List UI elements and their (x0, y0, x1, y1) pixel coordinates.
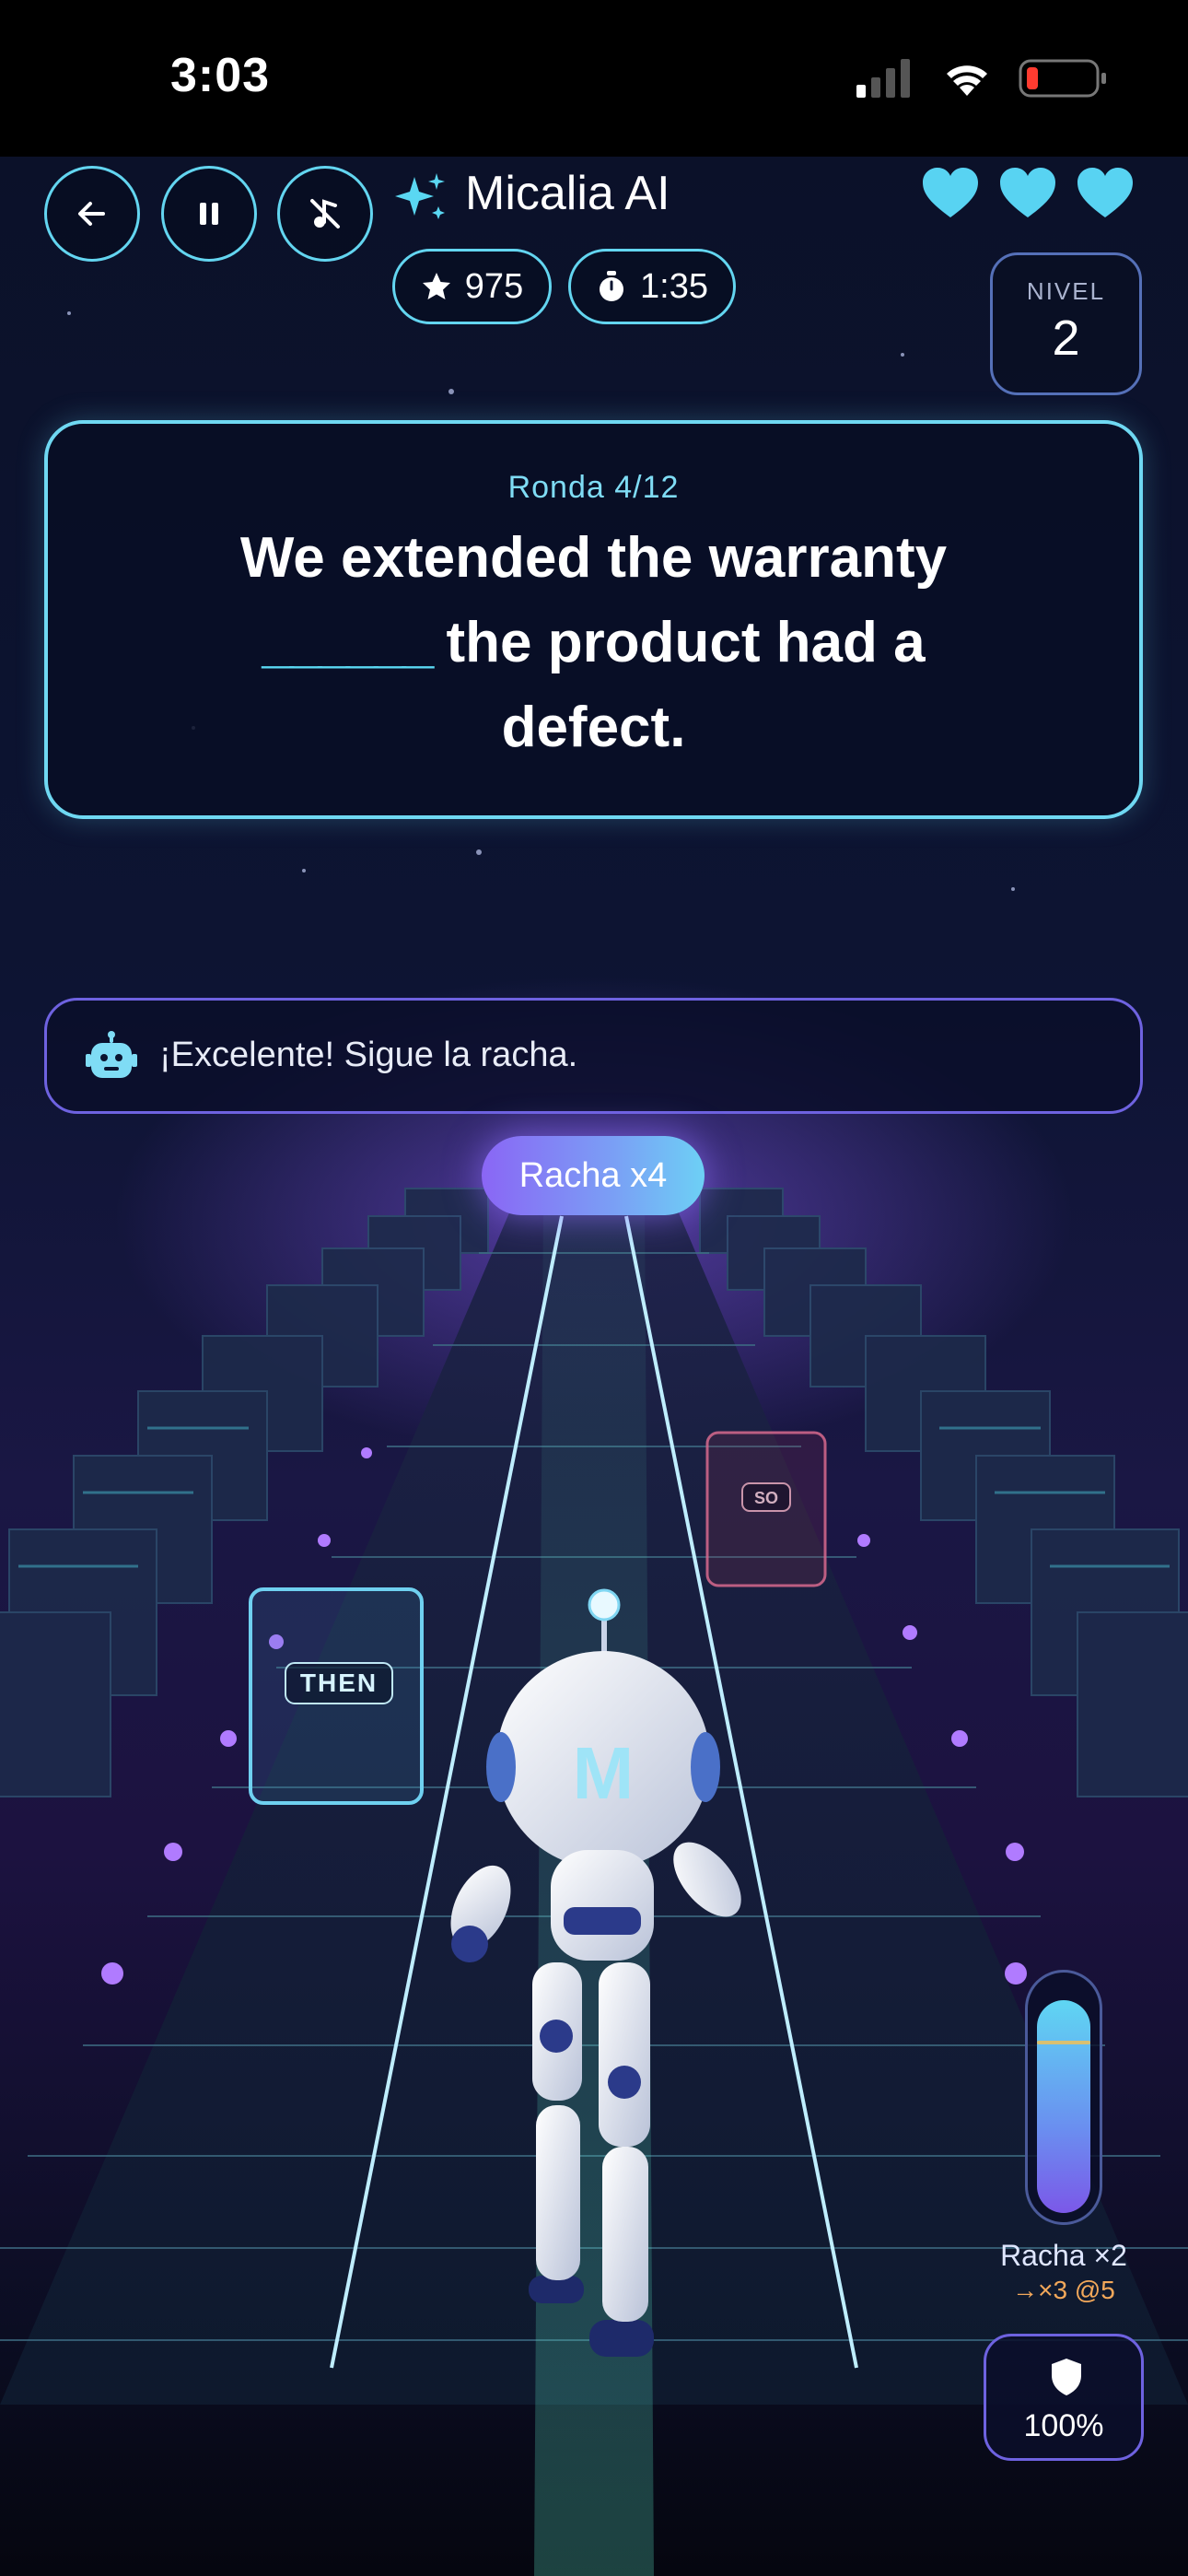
heart-icon (1000, 168, 1055, 217)
robot-letter: M (573, 1732, 635, 1814)
streak-meter-fill (1037, 2000, 1090, 2213)
stopwatch-icon (600, 271, 624, 301)
heart-icon (923, 168, 978, 217)
robot-icon (86, 1031, 137, 1078)
status-time: 3:03 (170, 49, 271, 102)
lane-option-then-label: THEN (300, 1669, 378, 1697)
coach-message: ¡Excelente! Sigue la racha. (44, 998, 1143, 1114)
streak-next-target: →×3 @5 (1012, 2276, 1115, 2304)
music-off-icon (310, 199, 340, 228)
question-text: We extended the warranty ______ the prod… (103, 516, 1084, 770)
shield-icon (1052, 2359, 1081, 2395)
shield-button[interactable]: 100% (984, 2334, 1144, 2461)
question-line-3: defect. (501, 696, 686, 759)
level-label: NIVEL (1026, 277, 1106, 305)
shield-value: 100% (1023, 2408, 1104, 2443)
status-bar: 3:03 (0, 0, 1188, 157)
back-button[interactable] (44, 166, 140, 262)
score-value: 975 (464, 266, 524, 306)
pause-icon (200, 203, 218, 225)
arrow-left-icon (78, 202, 105, 226)
level-value: 2 (1052, 310, 1080, 366)
lane-option-so: SO (705, 1431, 827, 1587)
question-line-2: the product had a (430, 611, 926, 674)
question-blank: ______ (262, 611, 434, 674)
streak-badge: Racha x4 (482, 1136, 705, 1215)
streak-meter (1025, 1970, 1102, 2225)
score-pill: 975 (392, 249, 552, 324)
lane-option-so-label: SO (754, 1489, 778, 1507)
pause-button[interactable] (161, 166, 257, 262)
timer-value: 1:35 (640, 266, 708, 306)
heart-icon (1077, 168, 1133, 217)
level-indicator: NIVEL 2 (990, 252, 1142, 395)
star-icon (422, 273, 450, 299)
question-line-1: We extended the warranty (239, 526, 948, 590)
streak-meter-mark (1037, 2041, 1090, 2044)
question-card: Ronda 4/12 We extended the warranty ____… (44, 420, 1143, 819)
app-title: Micalia AI (465, 167, 670, 220)
lane-option-then: THEN (249, 1587, 424, 1805)
status-icons (856, 59, 1106, 98)
sparkle-icon (395, 173, 445, 219)
cellular-signal-icon (856, 59, 910, 98)
streak-multiplier: Racha ×2 (1000, 2239, 1127, 2272)
lives-hearts (923, 168, 1133, 217)
battery-icon (1019, 59, 1106, 98)
mute-music-button[interactable] (277, 166, 373, 262)
round-label: Ronda 4/12 (507, 470, 680, 505)
wifi-icon (947, 65, 987, 96)
coach-text: ¡Excelente! Sigue la racha. (159, 1036, 578, 1074)
timer-pill: 1:35 (568, 249, 736, 324)
